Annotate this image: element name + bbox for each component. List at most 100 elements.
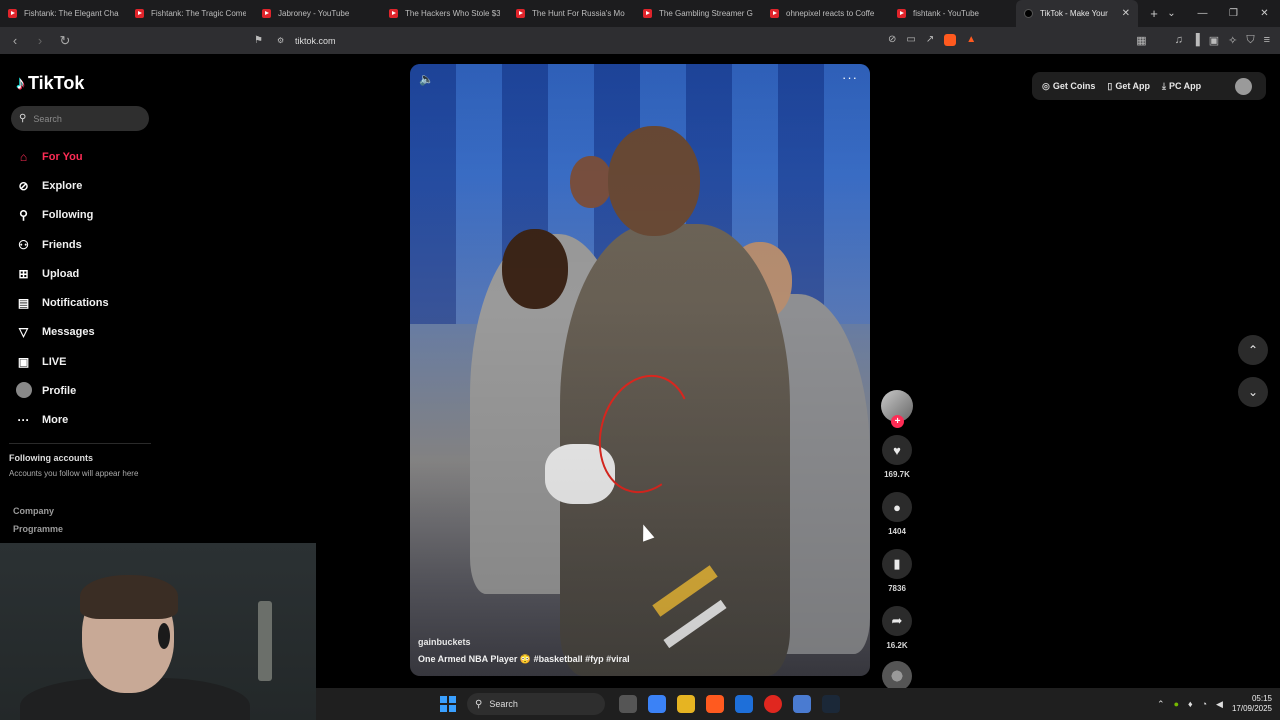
vpn-icon[interactable]: ⛉ [1246,34,1254,47]
collapse-icon[interactable]: ⌄ [1156,0,1187,27]
sidebar-item-live[interactable]: ▣ LIVE [15,347,109,376]
bookmark-icon[interactable]: ▮ [882,549,912,579]
extensions-area: ▦ ♫ ▐ ▣ ✧ ⛉ ≡ [1136,34,1270,47]
coin-icon: ◎ [1042,80,1050,91]
music-icon[interactable]: ♫ [1175,34,1183,47]
sidebar-item-upload[interactable]: ⊞ Upload [15,259,109,288]
no-cast-icon[interactable]: ⊘ [888,34,896,46]
search-icon: ⚲ [19,113,27,124]
sidebar-item-notifications[interactable]: ▤ Notifications [15,288,109,317]
heart-icon[interactable]: ♥ [882,435,912,465]
footer-link[interactable]: Company [13,502,63,520]
save-action: ▮ 7836 [880,549,914,593]
youtube-favicon-icon [389,9,398,18]
reader-icon[interactable]: ▦ [1136,34,1146,47]
nvidia-icon[interactable]: ● [1174,699,1179,709]
back-button[interactable]: ‹ [5,31,25,51]
video-username[interactable]: gainbuckets [418,637,471,647]
next-video-button[interactable]: ⌄ [1238,377,1268,407]
sidebar-item-label: Upload [42,267,80,280]
copilot-icon[interactable] [648,695,666,713]
tiktok-favicon-icon [1024,9,1033,18]
tiktok-logo[interactable]: ♪ TikTok [16,73,84,94]
sidebar-item-messages[interactable]: ▽ Messages [15,318,109,347]
close-tab-icon[interactable]: ✕ [1118,8,1130,19]
browser-tab[interactable]: The Gambling Streamer G [635,0,762,27]
share-arrow-icon[interactable]: ➦ [882,606,912,636]
browser-tab[interactable]: The Hackers Who Stole $3 [381,0,508,27]
notepad-icon[interactable] [793,695,811,713]
pc-app-label: PC App [1168,81,1202,91]
browser-tab[interactable]: fishtank - YouTube [889,0,1016,27]
youtube-favicon-icon [262,9,271,18]
site-info-icon[interactable]: ⚙ [277,36,287,45]
get-coins-button[interactable]: ◎ Get Coins [1042,81,1095,92]
clock[interactable]: 05:15 17/09/2025 [1232,694,1272,714]
sidebar-item-label: LIVE [42,355,67,368]
browser-tab[interactable]: TikTok - Make Your ✕ [1016,0,1138,27]
bookmark-icon[interactable]: ⚑ [254,35,265,46]
tray-overflow-icon[interactable]: ⌃ [1157,699,1165,710]
sidebar-item-explore[interactable]: ⊘ Explore [15,171,109,200]
windows-start-icon[interactable] [440,696,456,712]
comment-count: 1404 [888,527,906,536]
sidebar-item-more[interactable]: ··· More [15,406,109,435]
share-count: 16.2K [886,641,908,650]
browser-tab[interactable]: Fishtank: The Elegant Chaos [0,0,127,27]
search-input[interactable]: ⚲ Search [11,106,149,131]
browser-tab[interactable]: Jabroney - YouTube [254,0,381,27]
webcam-overlay [0,543,316,720]
footer-link[interactable]: Programme [13,520,63,538]
like-count: 169.7K [884,470,910,479]
pc-app-button[interactable]: ⤓ PC App [1162,81,1201,92]
reload-button[interactable]: ↻ [55,31,75,51]
follow-plus-icon[interactable]: + [891,415,904,428]
minimize-icon[interactable]: — [1187,0,1218,27]
file-explorer-icon[interactable] [677,695,695,713]
close-window-icon[interactable]: ✕ [1249,0,1280,27]
wallet-icon[interactable]: ▣ [1209,34,1219,47]
forward-button[interactable]: › [30,31,50,51]
sidebar-item-friends[interactable]: ⚇ Friends [15,230,109,259]
leo-ai-icon[interactable]: ✧ [1228,34,1237,47]
volume-icon[interactable]: 🔈 [419,72,434,86]
mic-icon[interactable]: ♦ [1188,699,1193,709]
tab-title: The Hackers Who Stole $3 [405,9,500,18]
steam-icon[interactable] [822,695,840,713]
browser-tab[interactable]: ohnepixel reacts to Coffe [762,0,889,27]
outlook-icon[interactable] [735,695,753,713]
brave-shield-icon[interactable] [944,34,957,46]
get-app-button[interactable]: ▯ Get App [1107,81,1150,92]
task-view-icon[interactable] [619,695,637,713]
recording-icon[interactable] [764,695,782,713]
rewards-icon[interactable]: ▲ [966,34,976,46]
save-count: 7836 [888,584,906,593]
tab-title: Fishtank: The Elegant Chaos [24,9,119,18]
sidebar-item-for-you[interactable]: ⌂ For You [15,142,109,171]
brave-icon[interactable] [706,695,724,713]
music-disc-icon[interactable] [882,661,912,691]
restore-icon[interactable]: ❐ [1218,0,1249,27]
screen-icon[interactable]: ▭ [906,34,915,46]
speaker-icon[interactable]: ◀ [1216,699,1223,710]
taskbar-search[interactable]: ⚲ Search [467,693,605,715]
clock-date: 17/09/2025 [1231,704,1272,713]
previous-video-button[interactable]: ⌃ [1238,335,1268,365]
browser-tab[interactable]: Fishtank: The Tragic Comedy [127,0,254,27]
video-more-icon[interactable]: ··· [842,70,858,85]
sidebar-item-following[interactable]: ⚲ Following [15,201,109,230]
browser-tab[interactable]: The Hunt For Russia's Mo [508,0,635,27]
video-caption: One Armed NBA Player 😳 #basketball #fyp … [418,654,630,664]
video-player[interactable]: 🔈 ··· gainbuckets One Armed NBA Player 😳… [410,64,870,676]
more-icon: ··· [17,413,30,428]
headphones-icon [158,623,170,649]
sidebar-item-profile[interactable]: Profile [15,376,109,405]
wifi-icon[interactable]: ◔ [1202,699,1207,709]
menu-icon[interactable]: ≡ [1264,34,1270,47]
comment-icon[interactable]: ● [882,492,912,522]
creator-avatar[interactable]: + [881,390,913,428]
user-avatar[interactable] [1235,77,1252,95]
sidebar-icon[interactable]: ▐ [1192,34,1200,47]
share-icon[interactable]: ↗ [926,34,934,46]
url-tools: ⊘ ▭ ↗ ▲ [888,34,976,46]
